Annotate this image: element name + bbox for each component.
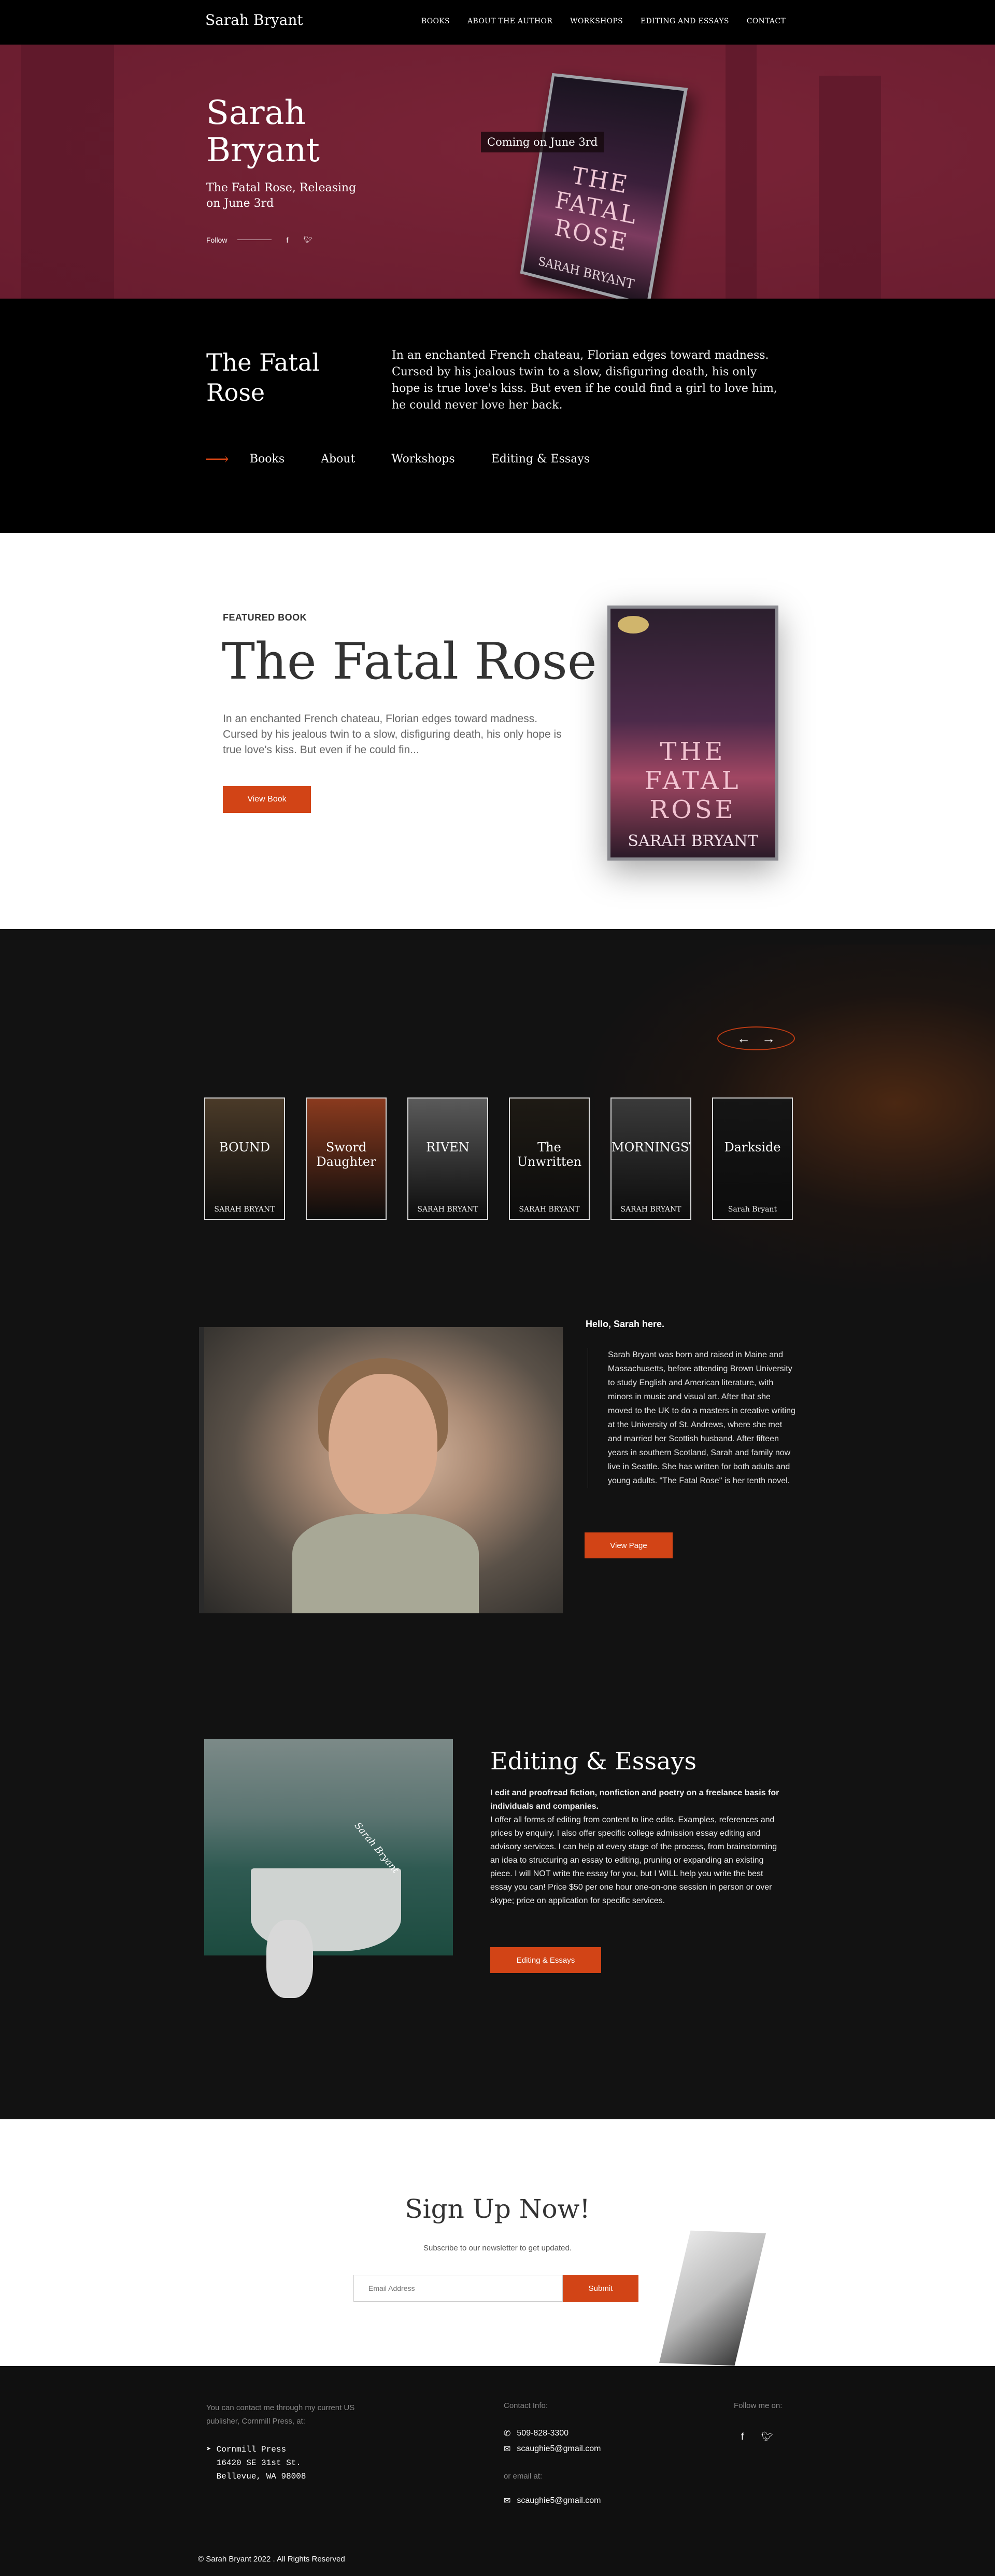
- editing-text: I edit and proofread fiction, nonfiction…: [490, 1786, 780, 1908]
- about-heading: Hello, Sarah here.: [586, 1319, 665, 1329]
- contact-label: Contact Info:: [504, 2401, 548, 2410]
- view-page-button[interactable]: View Page: [585, 1532, 673, 1558]
- nav-links: BOOKS ABOUT THE AUTHOR WORKSHOPS EDITING…: [421, 17, 786, 25]
- hero-section: Sarah Bryant The Fatal Rose, Releasing o…: [0, 45, 995, 299]
- book-cover-thumb[interactable]: Sword Daughter: [306, 1097, 387, 1220]
- signup-subtitle: Subscribe to our newsletter to get updat…: [423, 2244, 572, 2253]
- section-nav-about[interactable]: About: [321, 453, 355, 466]
- hero-subtitle: The Fatal Rose, Releasing on June 3rd: [206, 181, 357, 210]
- book-cover-title: RIVEN: [426, 1140, 470, 1155]
- intro-section: The Fatal Rose In an enchanted French ch…: [0, 299, 995, 533]
- carousel-next-button[interactable]: →: [762, 1031, 775, 1047]
- social-icons: f 🐦︎: [741, 2431, 773, 2442]
- featured-title: The Fatal Rose: [222, 632, 597, 691]
- twitter-icon[interactable]: 🐦︎: [303, 235, 313, 244]
- arrow-right-icon: ⟶: [205, 449, 229, 469]
- address-line: Cornmill Press: [216, 2445, 287, 2454]
- author-photo: [199, 1327, 563, 1613]
- book-cover-title: BOUND: [219, 1140, 271, 1155]
- editing-body: I offer all forms of editing from conten…: [490, 1815, 777, 1905]
- address-line: Bellevue, WA 98008: [216, 2472, 306, 2481]
- signup-section: Sign Up Now! Subscribe to our newsletter…: [0, 2119, 995, 2366]
- intro-description: In an enchanted French chateau, Florian …: [392, 349, 777, 412]
- copyright: © Sarah Bryant 2022 . All Rights Reserve…: [198, 2555, 345, 2564]
- book-cover-title: THE FATAL ROSE: [644, 737, 742, 824]
- featured-book-cover[interactable]: THE FATAL ROSE SARAH BRYANT: [607, 606, 778, 861]
- book-cover-thumb[interactable]: Darkside Sarah Bryant: [712, 1097, 793, 1220]
- email-address: scaughie5@gmail.com: [517, 2496, 601, 2505]
- book-cover-title: THE FATAL ROSE: [552, 161, 641, 258]
- section-nav: ⟶ Books About Workshops Editing & Essays: [205, 449, 590, 469]
- intro-title: The Fatal Rose: [206, 348, 320, 406]
- view-book-button[interactable]: View Book: [223, 786, 311, 813]
- nav-link-contact[interactable]: CONTACT: [747, 17, 786, 25]
- book-cover-title: The Unwritten: [517, 1140, 582, 1169]
- mail-icon: ✉: [504, 2445, 511, 2454]
- editing-title: Editing & Essays: [490, 1747, 697, 1775]
- book-cover-thumb[interactable]: The Unwritten SARAH BRYANT: [509, 1097, 590, 1220]
- facebook-icon[interactable]: f: [282, 236, 292, 244]
- book-cover-thumb[interactable]: RIVEN SARAH BRYANT: [407, 1097, 488, 1220]
- address-line: 16420 SE 31st St.: [216, 2458, 301, 2468]
- or-email-label: or email at:: [504, 2472, 543, 2481]
- phone-line[interactable]: ✆ 509-828-3300: [504, 2428, 568, 2439]
- phone-number: 509-828-3300: [517, 2429, 569, 2438]
- featured-eyebrow: FEATURED BOOK: [223, 612, 307, 623]
- follow-label: Follow: [206, 235, 228, 244]
- book-cover-title: MORNINGSTAR: [612, 1140, 690, 1155]
- email-address: scaughie5@gmail.com: [517, 2444, 601, 2453]
- nav-link-books[interactable]: BOOKS: [421, 17, 450, 25]
- featured-book-section: FEATURED BOOK The Fatal Rose In an encha…: [0, 533, 995, 929]
- editing-lead: I edit and proofread fiction, nonfiction…: [490, 1789, 779, 1811]
- nav-link-editing[interactable]: EDITING AND ESSAYS: [641, 17, 729, 25]
- phone-icon: ✆: [504, 2429, 511, 2438]
- section-nav-editing[interactable]: Editing & Essays: [491, 453, 590, 466]
- follow-label: Follow me on:: [734, 2401, 783, 2410]
- book-cover-author: SARAH BRYANT: [519, 1205, 580, 1214]
- site-name[interactable]: Sarah Bryant: [205, 11, 303, 29]
- book-cover-author: Sarah Bryant: [728, 1205, 777, 1214]
- email-line[interactable]: ✉ scaughie5@gmail.com: [504, 2496, 601, 2506]
- book-cover-title: Sword Daughter: [316, 1140, 376, 1169]
- book-cover-author: SARAH BRYANT: [620, 1205, 681, 1214]
- hero-follow: Follow f 🐦︎: [206, 235, 313, 244]
- book-cover-thumb[interactable]: MORNINGSTAR SARAH BRYANT: [610, 1097, 691, 1220]
- image-signature: Sarah Bryant: [352, 1820, 401, 1876]
- books-about-editing-section: ← → BOUND SARAH BRYANT Sword Daughter RIVEN…: [0, 929, 995, 2119]
- release-badge: Coming on June 3rd: [481, 132, 604, 152]
- email-line[interactable]: ✉ scaughie5@gmail.com: [504, 2444, 601, 2454]
- hero-bg-overlay: [0, 45, 995, 299]
- nav-link-about[interactable]: ABOUT THE AUTHOR: [467, 17, 552, 25]
- footer: You can contact me through my current US…: [0, 2366, 995, 2576]
- section-nav-books[interactable]: Books: [250, 453, 285, 466]
- top-nav: Sarah Bryant BOOKS ABOUT THE AUTHOR WORK…: [0, 0, 995, 45]
- email-input[interactable]: [353, 2275, 563, 2302]
- book-cover-thumb[interactable]: BOUND SARAH BRYANT: [204, 1097, 285, 1220]
- carousel-prev-button[interactable]: ←: [737, 1031, 750, 1047]
- carousel-controls: ← →: [717, 1026, 795, 1050]
- facebook-icon[interactable]: f: [741, 2431, 744, 2442]
- featured-description: In an enchanted French chateau, Florian …: [223, 713, 562, 756]
- nav-link-workshops[interactable]: WORKSHOPS: [570, 17, 623, 25]
- section-nav-workshops[interactable]: Workshops: [391, 453, 454, 466]
- about-text: Sarah Bryant was born and raised in Main…: [588, 1348, 797, 1488]
- submit-button[interactable]: Submit: [563, 2275, 638, 2302]
- book-cover-author: SARAH BRYANT: [214, 1205, 275, 1214]
- mail-icon: ✉: [504, 2497, 511, 2505]
- book-carousel: BOUND SARAH BRYANT Sword Daughter RIVEN SARA…: [204, 1097, 793, 1220]
- footer-intro: You can contact me through my current US…: [206, 2403, 355, 2426]
- footer-address: ➤ Cornmill Press 16420 SE 31st St. Belle…: [206, 2443, 306, 2483]
- book-cover-title: Darkside: [724, 1140, 781, 1155]
- location-arrow-icon: ➤: [206, 2445, 211, 2454]
- award-badge-icon: [618, 616, 649, 634]
- editing-essays-button[interactable]: Editing & Essays: [490, 1947, 601, 1973]
- book-cover-author: SARAH BRYANT: [417, 1205, 478, 1214]
- editing-image: Sarah Bryant: [204, 1739, 453, 1998]
- signup-title: Sign Up Now!: [405, 2194, 590, 2224]
- book-cover-author: SARAH BRYANT: [628, 832, 758, 850]
- hero-title: Sarah Bryant: [206, 94, 320, 170]
- twitter-icon[interactable]: 🐦︎: [761, 2431, 773, 2442]
